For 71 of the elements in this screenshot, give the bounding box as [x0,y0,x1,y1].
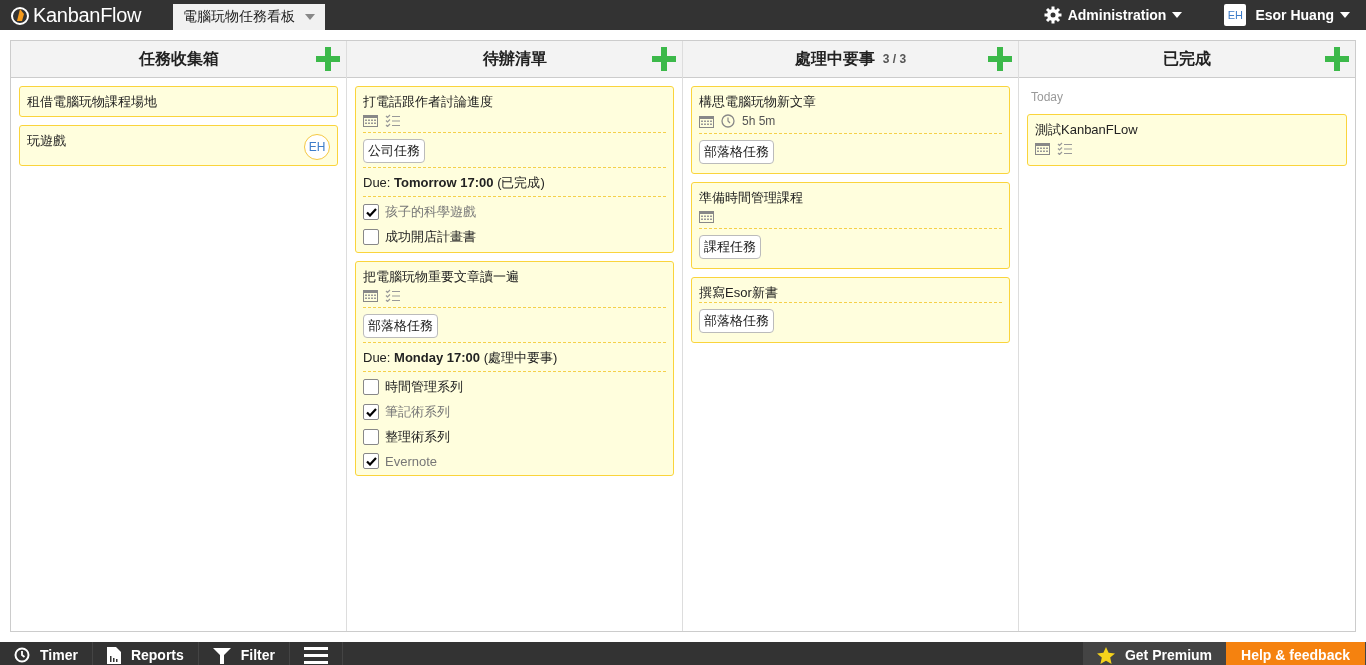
task-card[interactable]: 把電腦玩物重要文章讀一遍 部落格任務 Due: Monday 17:00 (處理中要事) 時間管理系列 筆記術系列 整理術系列 Evernote [355,261,674,476]
subtask-label: Evernote [385,453,438,469]
subtask-checkbox[interactable] [363,429,379,445]
calendar-icon[interactable] [363,289,378,302]
add-icon[interactable] [988,47,1012,71]
wip-count: 3 / 3 [882,52,907,66]
subtask-checkbox[interactable] [363,379,379,395]
logo-text[interactable]: KanbanFlow [33,3,142,27]
caret-icon [305,14,316,20]
star-icon [1096,646,1115,664]
board-selector[interactable]: 電腦玩物任務看板 [173,4,326,30]
tag-label[interactable]: 部落格任務 [699,140,774,164]
task-card[interactable]: 構思電腦玩物新文章 5h 5m 部落格任務 [691,86,1010,174]
assignee-avatar: EH [304,134,330,160]
get-premium-button[interactable]: Get Premium [1082,642,1227,665]
filter-icon [212,646,231,664]
checklist-icon[interactable] [385,289,401,302]
subtask-label: 整理術系列 [385,428,450,446]
card-title: 玩遊戲 [27,132,66,150]
user-menu[interactable]: EH Esor Huang [1218,3,1356,27]
card-title: 構思電腦玩物新文章 [699,93,816,111]
calendar-icon[interactable] [699,210,714,223]
user-avatar: EH [1224,4,1247,26]
subtask-checkbox[interactable] [363,229,379,245]
task-card[interactable]: 租借電腦玩物課程場地 [19,86,338,117]
add-icon[interactable] [652,47,676,71]
gear-icon [1043,6,1062,24]
column-title: 任務收集箱 [138,48,219,70]
tag-label[interactable]: 課程任務 [699,235,761,259]
calendar-icon[interactable] [699,114,714,128]
subtask-label: 孩子的科學遊戲 [385,203,476,221]
subtask-checkbox[interactable] [363,453,379,469]
add-icon[interactable] [1325,47,1349,71]
card-title: 打電話跟作者討論進度 [363,93,493,111]
subtask-label: 筆記術系列 [385,403,450,421]
due-date-text: Due: Monday 17:00 (處理中要事) [363,350,558,365]
task-card[interactable]: 測試KanbanFLow [1027,114,1347,166]
calendar-icon[interactable] [1035,142,1050,155]
clock-icon[interactable] [721,114,735,128]
subtask-label: 時間管理系列 [385,378,463,396]
tag-label[interactable]: 公司任務 [363,139,425,163]
column-title: 處理中要事 [794,48,875,70]
calendar-icon[interactable] [363,114,378,127]
menu-icon [304,646,328,664]
subtask-checkbox[interactable] [363,404,379,420]
card-title: 撰寫Esor新書 [699,284,778,302]
card-title: 把電腦玩物重要文章讀一遍 [363,268,519,286]
card-title: 測試KanbanFLow [1035,121,1138,139]
caret-icon [1340,12,1350,18]
checklist-icon[interactable] [385,114,401,127]
subtask-checkbox[interactable] [363,204,379,220]
card-title: 準備時間管理課程 [699,189,803,207]
clock-icon [14,647,30,663]
subtask-label: 成功開店計畫書 [385,228,476,246]
column-title: 待辦清單 [482,48,547,70]
tag-label[interactable]: 部落格任務 [363,314,438,338]
section-label: Today [1030,89,1065,106]
task-card[interactable]: 準備時間管理課程 課程任務 [691,182,1010,269]
caret-icon [1172,12,1183,18]
checklist-icon[interactable] [1057,142,1073,155]
column-title: 已完成 [1163,48,1211,70]
task-card[interactable]: 打電話跟作者討論進度 公司任務 Due: Tomorrow 17:00 (已完成) 孩子的科學遊戲 成功開店計畫書 [355,86,674,253]
report-icon [106,646,121,664]
tag-label[interactable]: 部落格任務 [699,309,774,333]
administration-menu[interactable]: Administration [1037,5,1189,25]
time-spent: 5h 5m [742,114,776,128]
add-icon[interactable] [316,47,340,71]
task-card[interactable]: 撰寫Esor新書 部落格任務 [691,277,1010,343]
due-date-text: Due: Tomorrow 17:00 (已完成) [363,175,545,190]
task-card[interactable]: 玩遊戲 EH [19,125,338,166]
card-title: 租借電腦玩物課程場地 [27,93,157,111]
